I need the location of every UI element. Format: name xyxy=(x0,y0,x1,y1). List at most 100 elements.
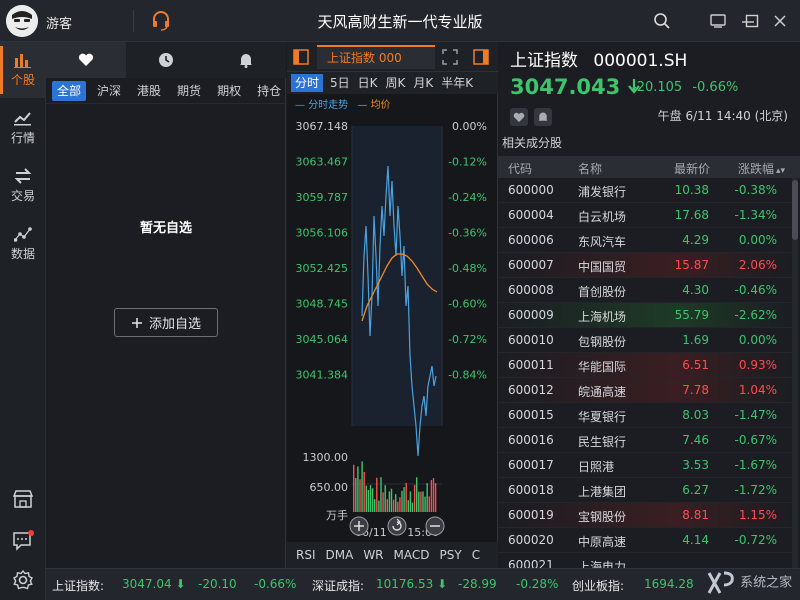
indicator-c[interactable]: C xyxy=(467,548,485,562)
filter-hk[interactable]: 港股 xyxy=(132,81,166,101)
maximize-button[interactable] xyxy=(740,9,764,33)
related-stocks-header: 相关成分股 xyxy=(502,136,563,150)
table-row[interactable]: 600012 皖通高速 7.78 1.04% xyxy=(498,378,793,403)
volume-bars xyxy=(353,461,437,512)
col-pct[interactable]: 涨跌幅 ▴▾ xyxy=(738,160,785,177)
tab-history[interactable] xyxy=(126,42,206,78)
price-tick: 3052.425 xyxy=(296,262,349,275)
table-row[interactable]: 600007 中国国贸 15.87 2.06% xyxy=(498,253,793,278)
refresh-button[interactable] xyxy=(387,516,407,536)
row-code: 600016 xyxy=(508,433,554,447)
price-tick: 3056.106 xyxy=(296,227,349,240)
table-row[interactable]: 600010 包钢股份 1.69 0.00% xyxy=(498,328,793,353)
row-code: 600019 xyxy=(508,508,554,522)
indicator-rsi[interactable]: RSI xyxy=(291,548,321,562)
scrollbar-thumb[interactable] xyxy=(792,180,798,240)
row-price: 3.53 xyxy=(682,458,709,472)
chart-tab[interactable]: 上证指数 000 xyxy=(317,45,435,69)
expand-icon[interactable] xyxy=(442,49,458,68)
chart-panel: 上证指数 000 分时 5日 日K 周K 月K 半年K — 分时走势 — 均价 xyxy=(287,42,498,568)
filter-options[interactable]: 期权 xyxy=(212,81,246,101)
status-sh-change: -20.10 xyxy=(198,577,237,591)
col-code[interactable]: 代码 xyxy=(508,160,532,177)
table-row[interactable]: 600016 民生银行 7.46 -0.67% xyxy=(498,428,793,453)
pct-tick: -0.84% xyxy=(448,369,487,382)
table-row[interactable]: 600011 华能国际 6.51 0.93% xyxy=(498,353,793,378)
filter-futures[interactable]: 期货 xyxy=(172,81,206,101)
col-price[interactable]: 最新价 xyxy=(674,160,710,177)
row-price: 4.14 xyxy=(682,533,709,547)
table-row[interactable]: 600008 首创股份 4.30 -0.46% xyxy=(498,278,793,303)
volume-bar xyxy=(369,485,372,512)
add-watchlist-button[interactable]: 添加自选 xyxy=(114,308,218,337)
col-name[interactable]: 名称 xyxy=(578,160,602,177)
row-price: 6.51 xyxy=(682,358,709,372)
filter-holdings[interactable]: 持仓 xyxy=(252,81,286,101)
volume-tick: 1300.00 xyxy=(303,451,349,464)
row-price: 1.69 xyxy=(682,333,709,347)
price-tick: 3045.064 xyxy=(296,333,349,346)
app-window: 游客 天风高财生新一代专业版 个股 行情 交易 数据 全部 沪深 港股 期货 期… xyxy=(0,0,800,600)
search-icon[interactable] xyxy=(650,9,674,33)
zoom-in-button[interactable] xyxy=(349,516,369,536)
message-icon[interactable] xyxy=(12,530,36,555)
row-price: 4.30 xyxy=(682,283,709,297)
tab-favorites[interactable] xyxy=(46,42,126,78)
volume-bar xyxy=(353,464,355,512)
row-code: 600007 xyxy=(508,258,554,272)
nav-stock[interactable]: 个股 xyxy=(0,42,46,98)
volume-bar xyxy=(382,492,384,512)
table-row[interactable]: 600006 东风汽车 4.29 0.00% xyxy=(498,228,793,253)
period-day-k[interactable]: 日K xyxy=(354,74,382,92)
price-tick: 3067.148 xyxy=(296,120,349,133)
volume-bar xyxy=(405,482,407,512)
collapse-right-icon[interactable] xyxy=(473,49,489,68)
collapse-left-icon[interactable] xyxy=(293,49,309,68)
store-icon[interactable] xyxy=(12,489,34,512)
indicator-dma[interactable]: DMA xyxy=(321,548,359,562)
volume-bar xyxy=(432,478,435,512)
restore-icon[interactable] xyxy=(706,9,730,33)
price-axis: 3067.148 3063.467 3059.787 3056.106 3052… xyxy=(296,120,349,382)
volume-bar xyxy=(424,496,426,512)
close-icon[interactable] xyxy=(768,9,792,33)
indicator-wr[interactable]: WR xyxy=(358,548,388,562)
price-tick: 3048.745 xyxy=(296,298,349,311)
zoom-out-button[interactable] xyxy=(425,516,445,536)
volume-bar xyxy=(397,501,399,512)
table-row[interactable]: 600000 浦发银行 10.38 -0.38% xyxy=(498,178,793,203)
tab-alerts[interactable] xyxy=(206,42,286,78)
table-row[interactable]: 600009 上海机场 55.79 -2.62% xyxy=(498,303,793,328)
period-halfyear-k[interactable]: 半年K xyxy=(437,74,477,92)
table-row[interactable]: 600019 宝钢股份 8.81 1.15% xyxy=(498,503,793,528)
filter-all[interactable]: 全部 xyxy=(52,80,87,101)
index-name: 上证指数 xyxy=(510,51,578,71)
indicator-psy[interactable]: PSY xyxy=(435,548,467,562)
filter-sh-sz[interactable]: 沪深 xyxy=(92,81,126,101)
period-week-k[interactable]: 周K xyxy=(382,74,410,92)
row-name: 东风汽车 xyxy=(578,235,627,249)
status-cy-label: 创业板指: xyxy=(572,579,625,593)
watermark: 系统之家 xyxy=(706,569,792,597)
index-change-value: -20.105 xyxy=(632,80,683,95)
settings-gear-icon[interactable] xyxy=(12,569,34,594)
nav-trade[interactable]: 交易 xyxy=(0,158,46,214)
period-5day[interactable]: 5日 xyxy=(326,74,354,92)
table-row[interactable]: 600015 华夏银行 8.03 -1.47% xyxy=(498,403,793,428)
period-intraday[interactable]: 分时 xyxy=(291,74,324,92)
row-pct: 1.04% xyxy=(738,383,777,397)
alert-bell-icon[interactable] xyxy=(534,108,552,126)
row-name: 上海机场 xyxy=(578,310,627,324)
table-row[interactable]: 600020 中原高速 4.14 -0.72% xyxy=(498,528,793,553)
favorite-heart-icon[interactable] xyxy=(510,108,528,126)
table-row[interactable]: 600018 上港集团 6.27 -1.72% xyxy=(498,478,793,503)
table-row[interactable]: 600017 日照港 3.53 -1.67% xyxy=(498,453,793,478)
row-name: 中国国贸 xyxy=(578,260,627,274)
nav-stock-label: 个股 xyxy=(10,73,35,87)
nav-data[interactable]: 数据 xyxy=(0,216,46,272)
indicator-macd[interactable]: MACD xyxy=(389,548,435,562)
table-row[interactable]: 600004 白云机场 17.68 -1.34% xyxy=(498,203,793,228)
nav-market[interactable]: 行情 xyxy=(0,100,46,156)
app-title: 天风高财生新一代专业版 xyxy=(317,13,483,31)
period-month-k[interactable]: 月K xyxy=(409,74,437,92)
